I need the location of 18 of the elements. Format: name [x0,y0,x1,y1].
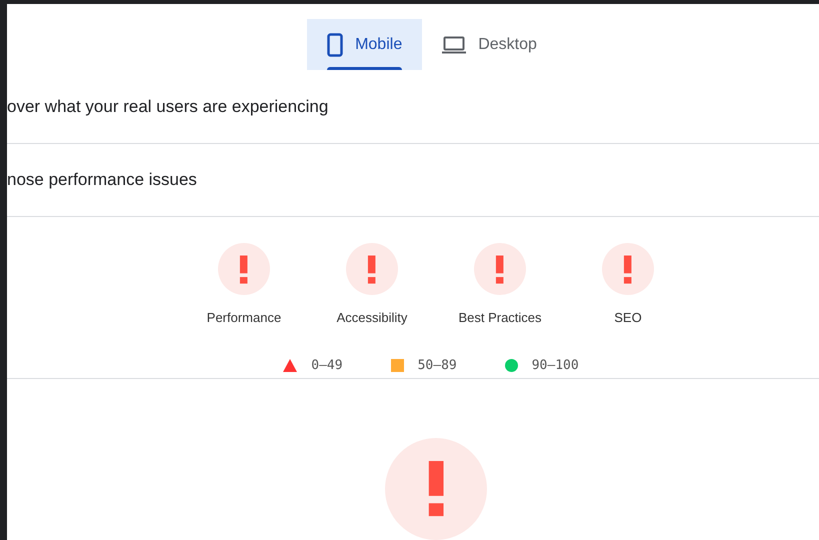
section-heading: nose performance issues [7,169,197,192]
gauge-label: Performance [206,309,282,328]
range-label: 0–49 [311,356,343,375]
exclamation-icon [495,254,505,284]
exclamation-icon [367,254,377,284]
phone-icon [327,32,344,56]
gauge-label: Accessibility [336,309,408,328]
range-label: 50–89 [418,356,457,375]
exclamation-icon [623,254,633,284]
gauge-label: Best Practices [458,309,542,328]
section-heading: over what your real users are experiencing [7,96,328,118]
exclamation-icon [239,254,249,284]
range-label: 90–100 [532,356,579,375]
exclamation-icon [426,460,446,518]
tab[interactable]: Mobile [307,19,422,70]
laptop-icon [442,36,466,54]
gauge-label: SEO [614,309,642,328]
tab[interactable]: Desktop [422,19,557,70]
